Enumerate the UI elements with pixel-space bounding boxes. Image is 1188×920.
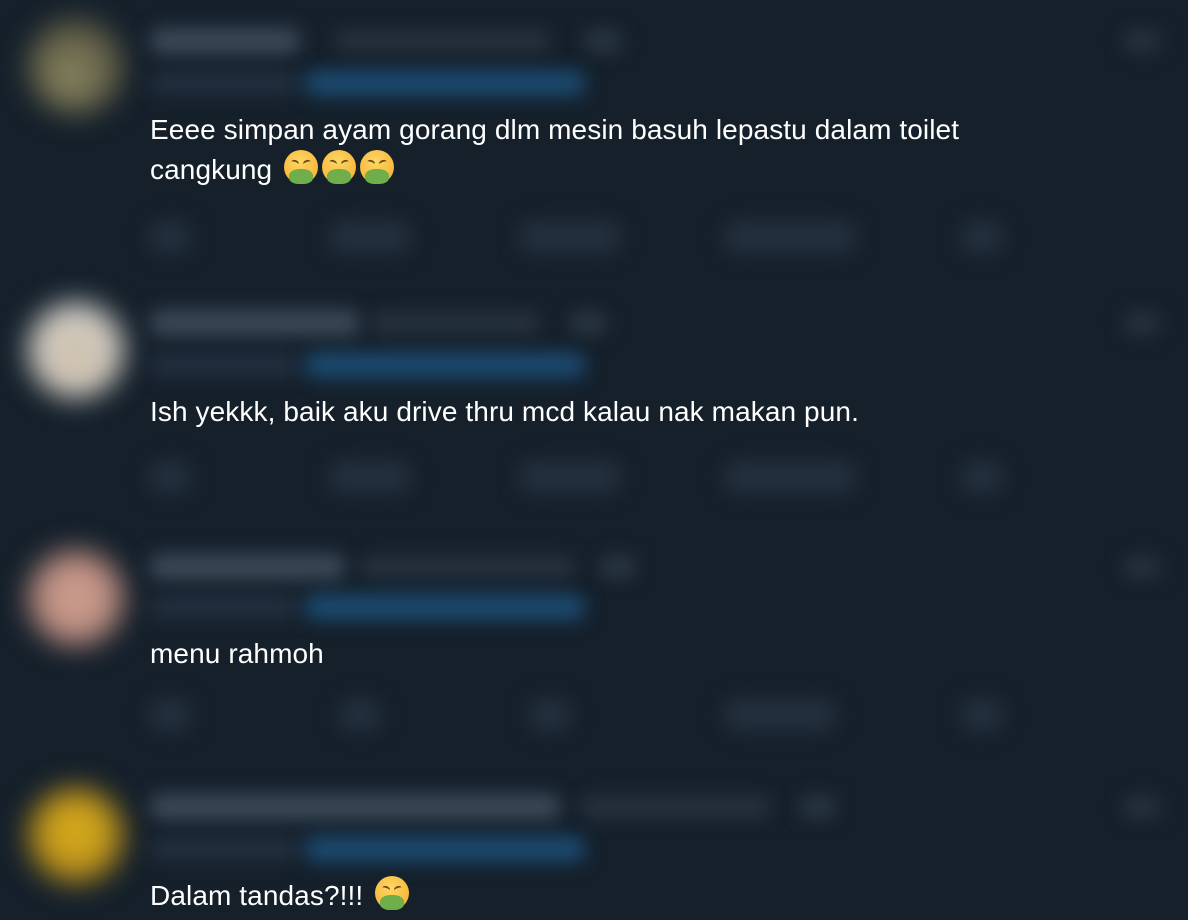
avatar[interactable] [28,788,124,884]
reply-action-icon[interactable] [150,700,190,730]
author-handle-blurred [360,556,575,578]
reply-thread: Eeee simpan ayam gorang dlm mesin basuh … [0,0,1188,920]
face-vomiting-emoji [284,150,319,184]
avatar[interactable] [28,550,124,646]
reply-text: menu rahmoh [150,638,324,669]
author-name-blurred[interactable] [150,310,360,336]
author-handle-blurred [370,312,540,334]
like-action-icon[interactable] [520,222,620,252]
reply-item[interactable]: Dalam tandas?!!! [0,770,1188,920]
reply-item[interactable]: Ish yekkk, baik aku drive thru mcd kalau… [0,280,1188,530]
author-name-blurred[interactable] [150,794,560,820]
replying-to-blurred [150,838,300,860]
reply-text: Dalam tandas?!!! [150,876,1038,916]
reply-action-icon[interactable] [150,462,190,492]
share-action-icon[interactable] [962,462,1002,492]
timestamp-blurred [585,30,621,52]
replying-to-blurred [150,596,300,618]
face-vomiting-emoji [360,150,395,184]
author-name-blurred[interactable] [150,28,300,54]
face-vomiting-emoji [322,150,357,184]
reply-item[interactable]: Eeee simpan ayam gorang dlm mesin basuh … [0,0,1188,280]
more-options-icon[interactable] [1124,312,1160,334]
share-action-icon[interactable] [962,222,1002,252]
author-handle-blurred [580,796,770,818]
author-name-blurred[interactable] [150,554,345,580]
more-options-icon[interactable] [1124,30,1160,52]
reply-action-icon[interactable] [150,222,190,252]
more-options-icon[interactable] [1124,556,1160,578]
replying-to-link-blurred[interactable] [305,70,585,96]
views-action-icon[interactable] [725,700,835,730]
reply-text: Eeee simpan ayam gorang dlm mesin basuh … [150,114,960,185]
retweet-action-icon[interactable] [330,462,410,492]
avatar[interactable] [28,18,124,114]
retweet-action-icon[interactable] [340,700,380,730]
replying-to-link-blurred[interactable] [305,836,585,862]
replying-to-link-blurred[interactable] [305,352,585,378]
replying-to-link-blurred[interactable] [305,594,585,620]
reply-text: Ish yekkk, baik aku drive thru mcd kalau… [150,396,859,427]
face-vomiting-emoji [375,876,410,910]
avatar[interactable] [28,302,124,398]
more-options-icon[interactable] [1124,796,1160,818]
reply-item[interactable]: menu rahmoh [0,530,1188,780]
views-action-icon[interactable] [725,462,855,492]
replying-to-blurred [150,354,300,376]
like-action-icon[interactable] [520,462,620,492]
retweet-action-icon[interactable] [330,222,410,252]
share-action-icon[interactable] [962,700,1002,730]
like-action-icon[interactable] [530,700,570,730]
views-action-icon[interactable] [725,222,855,252]
replying-to-blurred [150,72,300,94]
timestamp-blurred [600,556,636,578]
author-handle-blurred [335,30,550,52]
timestamp-blurred [800,796,836,818]
timestamp-blurred [570,312,606,334]
